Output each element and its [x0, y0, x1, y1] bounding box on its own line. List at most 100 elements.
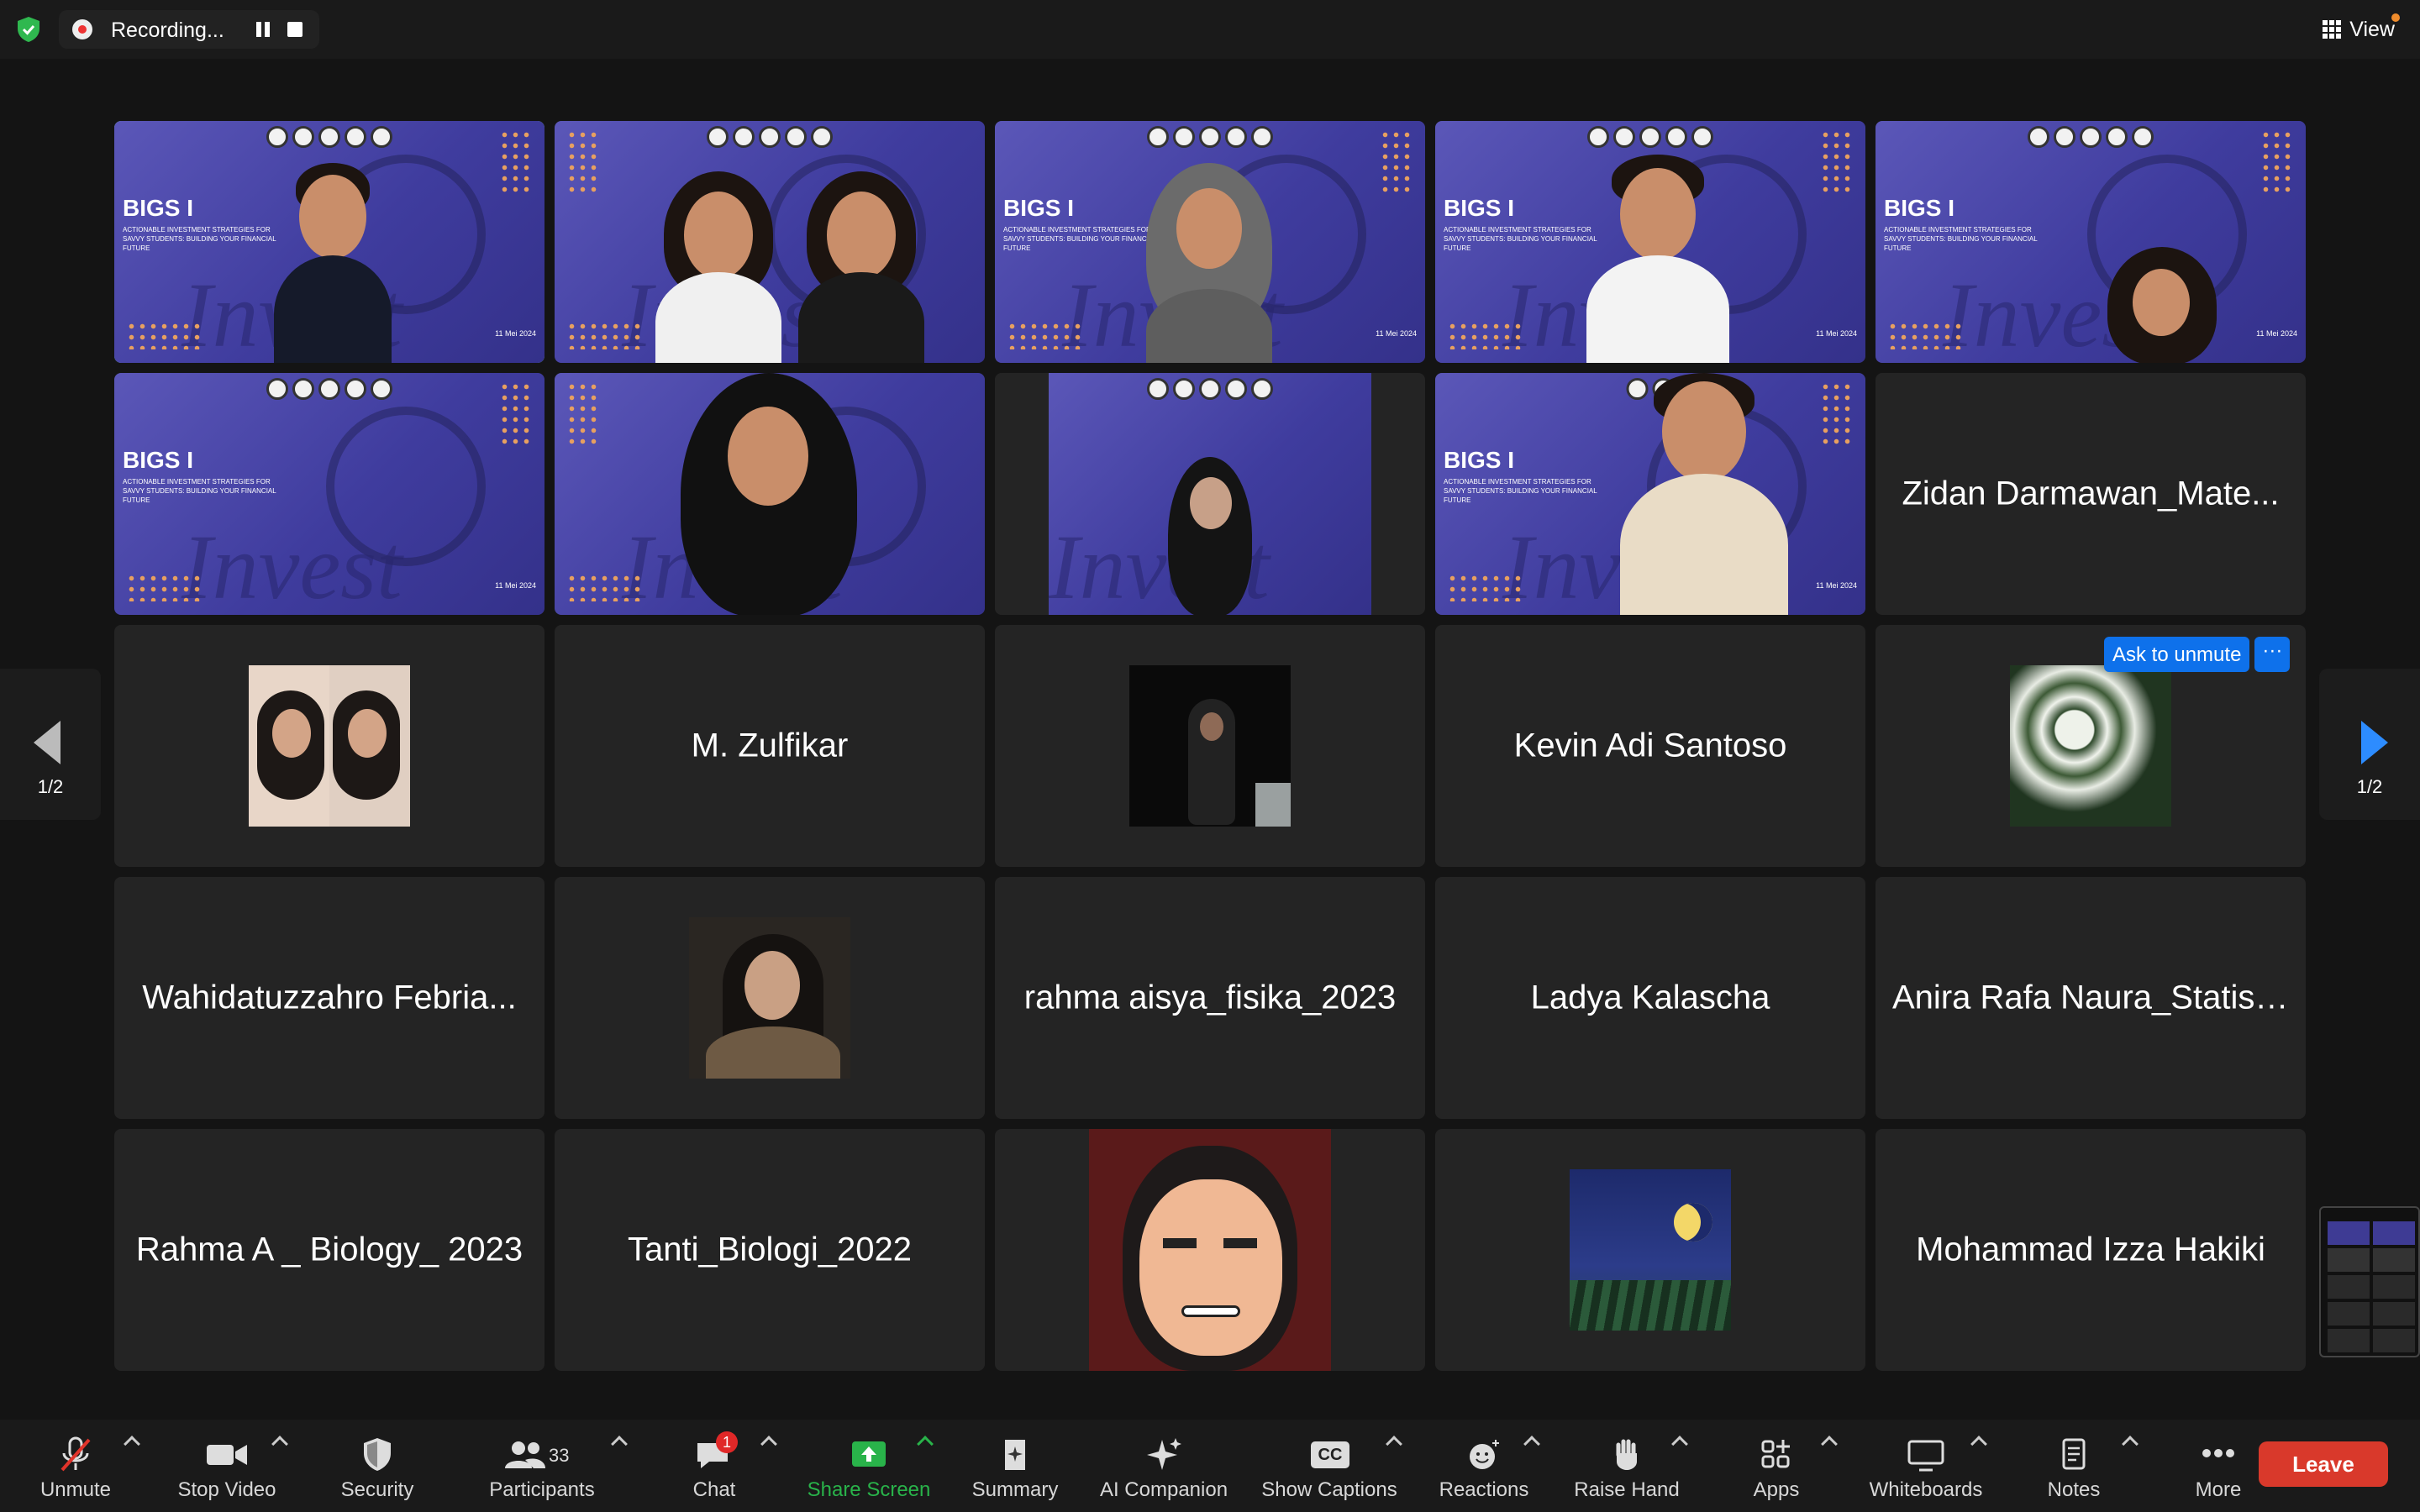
chat-button[interactable]: 1 Chat: [672, 1420, 756, 1512]
participants-count: 33: [549, 1445, 570, 1466]
minimized-gallery-thumbnail[interactable]: [2319, 1206, 2420, 1357]
apps-options-caret-icon[interactable]: [1821, 1436, 1838, 1452]
video-tile[interactable]: Invest: [995, 373, 1425, 615]
participant-tile[interactable]: [995, 1129, 1425, 1371]
notes-button[interactable]: Notes: [2032, 1420, 2116, 1512]
share-screen-label: Share Screen: [807, 1478, 931, 1501]
notes-icon: [2062, 1438, 2086, 1470]
audio-options-caret-icon[interactable]: [124, 1436, 140, 1452]
participants-options-caret-icon[interactable]: [611, 1436, 628, 1452]
sponsor-logos: [1587, 126, 1713, 148]
unmute-button[interactable]: Unmute: [34, 1420, 118, 1512]
reactions-label: Reactions: [1439, 1478, 1529, 1501]
chat-unread-badge: 1: [716, 1431, 738, 1453]
emoji-reaction-icon: [1470, 1440, 1499, 1469]
encryption-shield-icon[interactable]: [15, 15, 42, 44]
grid-view-icon: [2323, 20, 2342, 39]
page-indicator: 1/2: [2356, 776, 2383, 797]
participant-tile[interactable]: M. Zulfikar: [555, 625, 985, 867]
video-tile[interactable]: Invest BIGS IACTIONABLE INVESTMENT STRAT…: [1876, 121, 2306, 363]
security-button[interactable]: Security: [331, 1420, 424, 1512]
ai-companion-label: AI Companion: [1099, 1478, 1228, 1501]
apps-button[interactable]: Apps: [1734, 1420, 1818, 1512]
participant-name: Anira Rafa Naura_Statist...: [1892, 979, 2292, 1016]
ai-sparkle-icon: [1147, 1438, 1181, 1470]
participant-avatar: [1570, 1169, 1731, 1331]
video-tile[interactable]: Invest BIGS IACTIONABLE INVESTMENT STRAT…: [1435, 121, 1865, 363]
participant-person: [655, 171, 781, 363]
virtual-background: Invest BIGS IACTIONABLE INVESTMENT STRAT…: [1876, 121, 2306, 363]
participant-name: Kevin Adi Santoso: [1513, 727, 1787, 764]
participant-tile[interactable]: [995, 625, 1425, 867]
closed-captions-icon: CC: [1304, 1436, 1355, 1473]
stop-recording-icon[interactable]: [287, 22, 302, 37]
sponsor-logos: [266, 378, 392, 400]
view-button[interactable]: View: [2323, 10, 2400, 49]
chat-options-caret-icon[interactable]: [760, 1436, 777, 1452]
participant-tile[interactable]: Mohammad Izza Hakiki: [1876, 1129, 2306, 1371]
sponsor-logos: [266, 126, 392, 148]
recording-indicator: Recording...: [59, 10, 319, 49]
pause-recording-icon[interactable]: [254, 20, 272, 39]
reactions-button[interactable]: Reactions: [1432, 1420, 1536, 1512]
participant-tile[interactable]: [1435, 1129, 1865, 1371]
chevron-right-icon: [2361, 721, 2388, 764]
participant-person: [681, 373, 857, 615]
unmute-label: Unmute: [39, 1478, 112, 1501]
stop-video-button[interactable]: Stop Video: [168, 1420, 286, 1512]
apps-icon: [1761, 1440, 1790, 1468]
raise-hand-button[interactable]: Raise Hand: [1568, 1420, 1686, 1512]
participant-avatar: [249, 665, 410, 827]
participant-name: Rahma A _ Biology_ 2023: [135, 1231, 523, 1268]
chevron-left-icon: [34, 721, 60, 764]
participant-tile[interactable]: rahma aisya_fisika_2023: [995, 877, 1425, 1119]
participants-button[interactable]: 33 Participants: [479, 1420, 605, 1512]
participant-avatar: [1089, 1129, 1331, 1371]
participant-person: [1586, 155, 1729, 363]
participants-label: Participants: [489, 1478, 595, 1501]
ai-companion-button[interactable]: AI Companion: [1092, 1420, 1235, 1512]
more-button[interactable]: More: [2176, 1420, 2260, 1512]
ask-to-unmute-button[interactable]: Ask to unmute: [2104, 637, 2250, 672]
participant-tile[interactable]: Wahidatuzzahro Febria...: [114, 877, 544, 1119]
participant-tile[interactable]: Tanti_Biologi_2022: [555, 1129, 985, 1371]
participants-icon: [505, 1441, 545, 1468]
more-dots-icon: [2202, 1449, 2234, 1457]
participant-tile[interactable]: Ladya Kalascha: [1435, 877, 1865, 1119]
video-tile[interactable]: Invest: [555, 121, 985, 363]
show-captions-button[interactable]: CC Show Captions: [1255, 1420, 1403, 1512]
video-tile-active-speaker[interactable]: Invest BIGS IACTIONABLE INVESTMENT STRAT…: [114, 121, 544, 363]
participant-person: [1146, 163, 1272, 363]
recording-label: Recording...: [111, 18, 224, 42]
participant-tile[interactable]: Rahma A _ Biology_ 2023: [114, 1129, 544, 1371]
video-tile[interactable]: Invest: [555, 373, 985, 615]
participant-tile[interactable]: [114, 625, 544, 867]
summary-label: Summary: [971, 1478, 1059, 1501]
participant-tile[interactable]: Anira Rafa Naura_Statist...: [1876, 877, 2306, 1119]
chat-label: Chat: [692, 1478, 736, 1501]
sponsor-logos: [1147, 378, 1273, 400]
participant-person: [274, 163, 392, 363]
leave-meeting-button[interactable]: Leave: [2259, 1441, 2388, 1487]
sponsor-logos: [707, 126, 833, 148]
participant-tile[interactable]: Zidan Darmawan_Mate...: [1876, 373, 2306, 615]
tile-more-options-button[interactable]: ···: [2254, 637, 2291, 672]
summary-button[interactable]: Summary: [963, 1420, 1067, 1512]
apps-label: Apps: [1753, 1478, 1800, 1501]
next-page-button[interactable]: 1/2: [2319, 669, 2420, 820]
whiteboards-button[interactable]: Whiteboards: [1859, 1420, 1993, 1512]
notes-options-caret-icon[interactable]: [2122, 1436, 2139, 1452]
video-tile[interactable]: Invest BIGS IACTIONABLE INVESTMENT STRAT…: [114, 373, 544, 615]
security-shield-icon: [364, 1438, 391, 1471]
participant-name: Zidan Darmawan_Mate...: [1902, 475, 2280, 512]
previous-page-button[interactable]: 1/2: [0, 669, 101, 820]
share-screen-button[interactable]: Share Screen: [795, 1420, 943, 1512]
video-tile[interactable]: Invest BIGS IACTIONABLE INVESTMENT STRAT…: [995, 121, 1425, 363]
meeting-controls-toolbar: Unmute Stop Video Security 33 Participan…: [0, 1420, 2420, 1512]
video-tile[interactable]: Invest BIGS IACTIONABLE INVESTMENT STRAT…: [1435, 373, 1865, 615]
participant-name: Mohammad Izza Hakiki: [1916, 1231, 2265, 1268]
share-screen-icon: [852, 1441, 886, 1467]
participant-tile[interactable]: Kevin Adi Santoso: [1435, 625, 1865, 867]
participant-tile[interactable]: [555, 877, 985, 1119]
participant-name: rahma aisya_fisika_2023: [1023, 979, 1397, 1016]
